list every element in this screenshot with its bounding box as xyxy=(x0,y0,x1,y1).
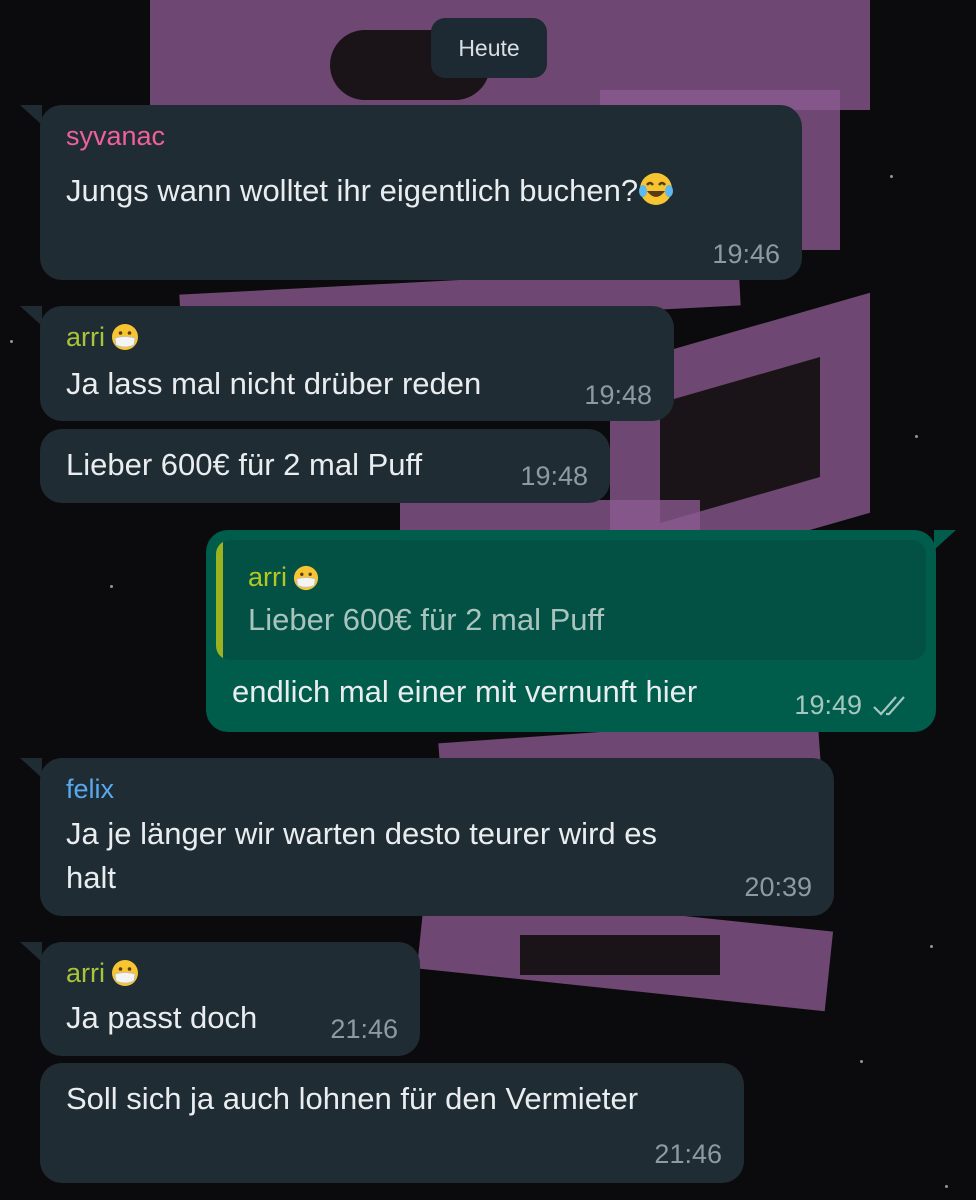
message-text: Ja lass mal nicht drüber reden xyxy=(66,366,482,401)
bubble-tail xyxy=(20,105,42,125)
bubble-tail xyxy=(20,758,42,778)
message-time: 19:48 xyxy=(520,461,588,491)
message-bubble[interactable]: syvanac Jungs wann wolltet ihr eigentlic… xyxy=(40,105,802,280)
outgoing-message-bubble[interactable]: arri Lieber 600€ für 2 mal Puff endlich … xyxy=(206,530,936,732)
message-bubble[interactable]: Lieber 600€ für 2 mal Puff 19:48 xyxy=(40,429,610,503)
sender-name[interactable]: felix xyxy=(66,774,114,805)
quote-accent-bar xyxy=(216,540,223,660)
sender-name[interactable]: syvanac xyxy=(66,121,165,152)
bubble-tail xyxy=(20,942,42,962)
message-bubble[interactable]: arri Ja passt doch 21:46 xyxy=(40,942,420,1056)
message-text: Soll sich ja auch lohnen für den Vermiet… xyxy=(66,1081,639,1116)
face-with-medical-mask-icon xyxy=(112,324,138,350)
message-time: 19:46 xyxy=(712,239,780,269)
message-time: 21:46 xyxy=(654,1139,722,1169)
quoted-text: Lieber 600€ für 2 mal Puff xyxy=(248,602,605,637)
message-text: endlich mal einer mit vernunft hier xyxy=(232,674,698,709)
message-bubble[interactable]: arri Ja lass mal nicht drüber reden 19:4… xyxy=(40,306,674,421)
message-time: 19:48 xyxy=(584,380,652,410)
quoted-message[interactable]: arri Lieber 600€ für 2 mal Puff xyxy=(216,540,926,660)
message-text: Ja passt doch xyxy=(66,1000,258,1035)
face-with-medical-mask-icon xyxy=(112,960,138,986)
message-bubble[interactable]: felix Ja je länger wir warten desto teur… xyxy=(40,758,834,916)
message-time: 19:49 xyxy=(794,690,862,720)
bubble-tail xyxy=(934,530,956,550)
double-check-icon xyxy=(873,696,905,716)
tears-of-joy-emoji-icon xyxy=(639,173,674,205)
sender-name[interactable]: arri xyxy=(66,958,139,989)
message-text: Lieber 600€ für 2 mal Puff xyxy=(66,447,423,482)
bubble-tail xyxy=(20,306,42,326)
sender-name[interactable]: arri xyxy=(66,322,139,353)
message-bubble[interactable]: Soll sich ja auch lohnen für den Vermiet… xyxy=(40,1063,744,1183)
face-with-medical-mask-icon xyxy=(293,565,319,591)
message-time: 20:39 xyxy=(744,872,812,902)
message-text: Ja je länger wir warten desto teurer wir… xyxy=(66,816,657,895)
message-time: 21:46 xyxy=(330,1014,398,1044)
quoted-sender: arri xyxy=(248,562,319,593)
date-divider: Heute xyxy=(431,18,547,78)
message-text: Jungs wann wolltet ihr eigentlich buchen… xyxy=(66,169,674,213)
